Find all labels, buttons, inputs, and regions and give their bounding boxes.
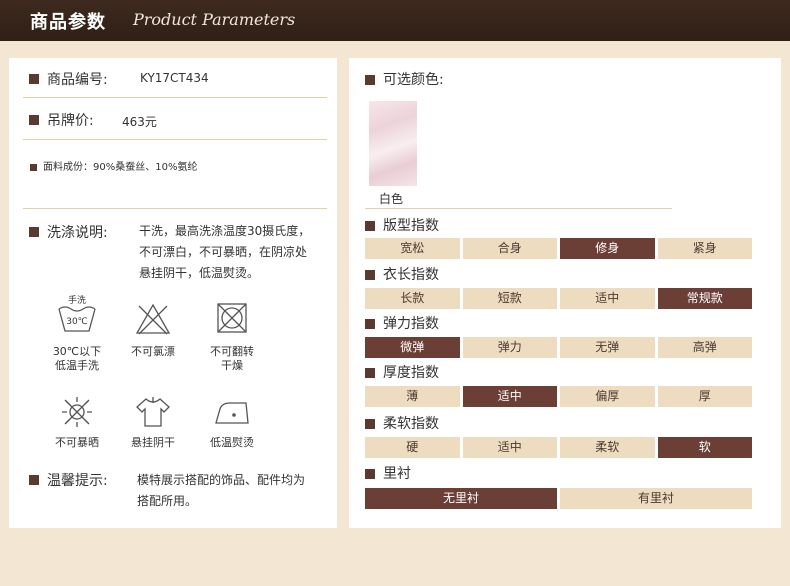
no-sun-icon (62, 397, 92, 427)
care-label: 不可翻转 干燥 (210, 345, 254, 372)
length-option[interactable]: 适中 (560, 288, 655, 309)
lining-option[interactable]: 无里衬 (365, 488, 557, 509)
elastic-options: 微弹 弹力 无弹 高弹 (365, 337, 752, 358)
length-option[interactable]: 长款 (365, 288, 460, 309)
thickness-option[interactable]: 厚 (657, 386, 752, 407)
wash-instructions: 干洗，最高洗涤温度30摄氏度， 不可漂白，不可暴晒，在阴凉处 悬挂阴干，低温熨烫… (139, 221, 329, 284)
color-swatch-white[interactable] (369, 101, 417, 186)
fit-option[interactable]: 宽松 (365, 238, 460, 259)
wash-line: 悬挂阴干，低温熨烫。 (139, 266, 260, 280)
bullet-square-icon (365, 319, 375, 329)
low-iron-icon (215, 402, 249, 424)
header-title-en: Product Parameters (133, 10, 296, 29)
header-title-cn: 商品参数 (30, 12, 106, 33)
tips-label: 温馨提示: (29, 470, 108, 490)
softness-label: 柔软指数 (365, 413, 439, 433)
length-option[interactable]: 常规款 (657, 288, 752, 309)
bullet-square-icon (365, 368, 375, 378)
wash-line: 干洗，最高洗涤温度30摄氏度， (139, 224, 311, 238)
price-value: 463元 (122, 115, 157, 129)
elastic-option[interactable]: 微弹 (365, 337, 460, 358)
thickness-options: 薄 适中 偏厚 厚 (365, 386, 752, 407)
bullet-square-icon (29, 475, 39, 485)
softness-options: 硬 适中 柔软 软 (365, 437, 752, 458)
wash-line: 不可漂白，不可暴晒，在阴凉处 (139, 245, 308, 259)
length-option[interactable]: 短款 (462, 288, 557, 309)
elastic-label: 弹力指数 (365, 313, 439, 333)
bullet-square-icon (365, 221, 375, 231)
wash-label: 洗涤说明: (29, 222, 108, 242)
lining-options: 无里衬 有里衬 (365, 488, 752, 509)
thickness-option[interactable]: 薄 (365, 386, 460, 407)
care-label: 不可氯漂 (131, 345, 175, 358)
fit-options: 宽松 合身 修身 紧身 (365, 238, 752, 259)
hang-dry-icon (136, 397, 170, 427)
fit-label: 版型指数 (365, 215, 439, 235)
no-tumble-dry-icon (217, 303, 247, 333)
care-label: 30℃以下 低温手洗 (52, 345, 102, 372)
elastic-option[interactable]: 弹力 (462, 337, 557, 358)
care-label: 悬挂阴干 (131, 436, 175, 449)
right-panel: 可选颜色: 白色 版型指数 宽松 合身 修身 紧身 衣长指数 长款 短款 适中 … (349, 58, 781, 528)
lining-option[interactable]: 有里衬 (560, 488, 752, 509)
elastic-option[interactable]: 高弹 (657, 337, 752, 358)
bullet-square-icon (29, 227, 39, 237)
left-panel: 商品编号: KY17CT434 吊牌价: 463元 面料成份：90%桑蚕丝、10… (9, 58, 337, 528)
divider (365, 208, 672, 209)
divider (23, 208, 327, 209)
colors-label: 可选颜色: (365, 69, 444, 89)
length-label: 衣长指数 (365, 264, 439, 284)
header-bar: 商品参数 Product Parameters (0, 0, 790, 41)
thickness-label: 厚度指数 (365, 362, 439, 382)
bullet-square-icon (365, 469, 375, 479)
svg-text:30℃: 30℃ (66, 317, 88, 327)
fit-option[interactable]: 修身 (560, 238, 655, 259)
bullet-square-icon (29, 115, 39, 125)
divider (23, 139, 327, 140)
item-no-label: 商品编号: (29, 69, 108, 89)
price-label: 吊牌价: (29, 110, 94, 130)
color-name: 白色 (379, 192, 404, 206)
softness-option[interactable]: 适中 (462, 437, 557, 458)
softness-option[interactable]: 柔软 (560, 437, 655, 458)
fit-option[interactable]: 紧身 (657, 238, 752, 259)
care-label: 低温熨烫 (210, 436, 254, 449)
bullet-square-icon (29, 74, 39, 84)
elastic-option[interactable]: 无弹 (560, 337, 655, 358)
softness-option[interactable]: 硬 (365, 437, 460, 458)
thickness-option[interactable]: 适中 (462, 386, 557, 407)
material-text: 面料成份：90%桑蚕丝、10%氨纶 (30, 158, 197, 173)
length-options: 长款 短款 适中 常规款 (365, 288, 752, 309)
thickness-option[interactable]: 偏厚 (560, 386, 655, 407)
bullet-square-icon (365, 75, 375, 85)
hand-wash-30-icon: 手洗 30℃ (58, 295, 96, 332)
bullet-square-icon (30, 163, 37, 171)
item-no-value: KY17CT434 (140, 71, 209, 85)
no-bleach-icon (135, 303, 171, 335)
care-label: 不可暴晒 (55, 436, 99, 449)
bullet-square-icon (365, 270, 375, 280)
svg-text:手洗: 手洗 (68, 295, 86, 306)
softness-option[interactable]: 软 (657, 437, 752, 458)
lining-label: 里衬 (365, 463, 411, 483)
tips-text: 模特展示搭配的饰品、配件均为 搭配所用。 (137, 473, 306, 508)
bullet-square-icon (365, 419, 375, 429)
divider (23, 97, 327, 98)
fit-option[interactable]: 合身 (462, 238, 557, 259)
